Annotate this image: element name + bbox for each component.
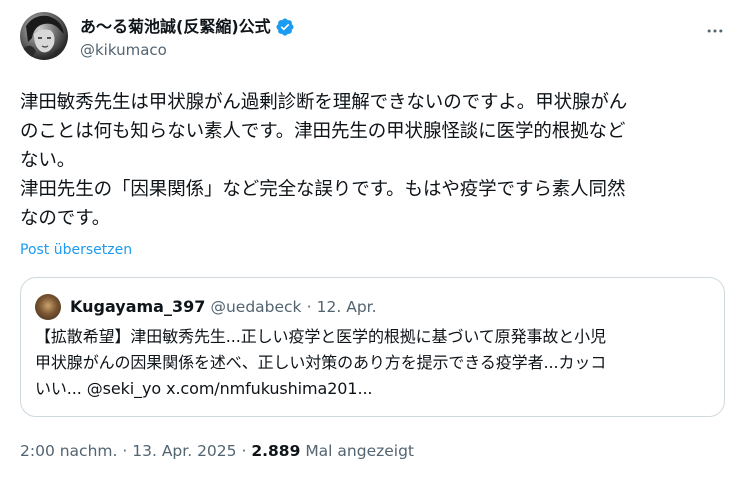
quoted-author-name: Kugayama_397: [70, 297, 206, 316]
post-text: 津田敏秀先生は甲状腺がん過剰診断を理解できないのですよ。甲状腺がん のことは何も…: [20, 92, 628, 229]
view-count: 2.889: [251, 442, 301, 460]
meta-separator: ·: [122, 442, 128, 460]
verified-badge-icon[interactable]: [275, 17, 295, 37]
avatar-illustration: [20, 15, 68, 60]
quoted-post-header: Kugayama_397 @uedabeck · 12. Apr.: [70, 296, 377, 318]
author-name-row[interactable]: あ〜る菊池誠(反緊縮)公式: [80, 17, 295, 37]
view-count-label: Mal angezeigt: [305, 442, 415, 460]
quoted-separator: ·: [306, 298, 312, 316]
author-handle[interactable]: @kikumaco: [80, 40, 167, 60]
quoted-author-handle: @uedabeck: [210, 298, 302, 316]
more-options-button[interactable]: [703, 19, 727, 43]
author-avatar[interactable]: [20, 12, 68, 60]
quoted-post-date: 12. Apr.: [316, 298, 377, 316]
post-time[interactable]: 2:00 nachm.: [20, 442, 117, 460]
meta-separator: ·: [241, 442, 247, 460]
more-options-icon: [707, 29, 723, 33]
quoted-post-card[interactable]: Kugayama_397 @uedabeck · 12. Apr. 【拡散希望】…: [20, 277, 725, 417]
quoted-post-text: 【拡散希望】津田敏秀先生...正しい疫学と医学的根拠に基づいて原発事故と小児 甲…: [35, 327, 607, 398]
author-display-name[interactable]: あ〜る菊池誠(反緊縮)公式: [80, 17, 271, 37]
post-date[interactable]: 13. Apr. 2025: [132, 442, 236, 460]
post-metadata: 2:00 nachm. · 13. Apr. 2025 · 2.889 Mal …: [20, 440, 414, 462]
translate-post-link[interactable]: Post übersetzen: [20, 241, 132, 259]
quoted-author-avatar: [35, 294, 61, 320]
